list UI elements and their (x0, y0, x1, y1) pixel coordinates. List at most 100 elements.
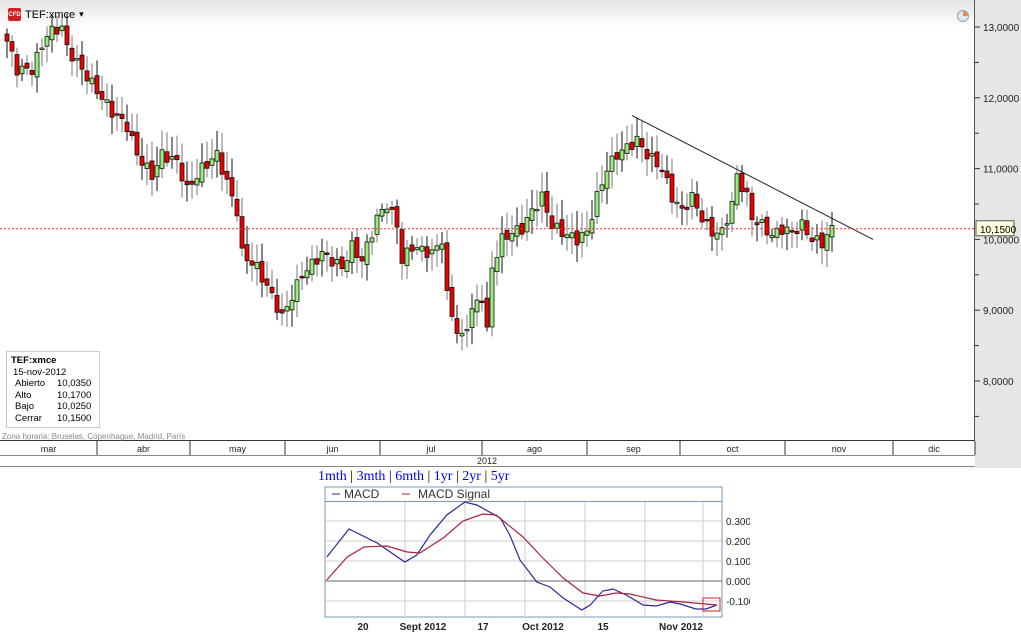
candle-body (339, 256, 345, 270)
candle-body (134, 131, 140, 156)
info-row-open: Abierto 10,0350 (11, 378, 95, 390)
candle-body (359, 256, 365, 262)
candle-body (389, 206, 395, 210)
y-tick-label: 0.200 (726, 537, 750, 548)
candle-body (204, 161, 210, 169)
candle-body (89, 77, 95, 85)
candle-body (44, 36, 50, 47)
candle-body (219, 152, 225, 175)
month-label: nov (832, 444, 847, 454)
candle-body (484, 297, 490, 328)
candle-body (74, 58, 80, 61)
chevron-down-icon[interactable]: ▾ (79, 9, 84, 20)
x-tick-label: 17 (477, 622, 489, 633)
month-label: jun (325, 444, 338, 454)
candle-body (514, 225, 520, 237)
month-label: oct (726, 444, 739, 454)
candle-body (354, 237, 360, 258)
candle-body (209, 158, 215, 166)
info-value: 10,0350 (57, 378, 92, 389)
candle-body (699, 210, 705, 223)
candle-body (814, 235, 820, 241)
current-price-label: 10,1500 (980, 225, 1017, 236)
candle-body (374, 214, 380, 235)
candle-body (739, 172, 745, 192)
candle-body (14, 54, 20, 76)
candle-body (554, 222, 560, 229)
legend-macd: MACD (344, 487, 380, 501)
candle-body (124, 121, 130, 133)
price-chart-canvas[interactable]: 13,0000 12,0000 11,0000 10,0000 9,0000 8,0000… (0, 0, 1021, 468)
candle-body (349, 240, 355, 263)
candle-body (194, 178, 200, 186)
candle-body (39, 47, 45, 50)
candle-body (469, 308, 475, 328)
candle-body (139, 155, 145, 166)
candle-body (384, 208, 390, 214)
candle-body (254, 261, 260, 270)
candle-body (199, 162, 205, 183)
candle-body (454, 318, 460, 334)
candle-body (379, 209, 385, 217)
candle-body (269, 286, 275, 294)
candle-body (159, 149, 165, 169)
candle-body (214, 150, 220, 162)
period-1yr[interactable]: 1yr (434, 469, 453, 484)
info-symbol: TEF:xmce (11, 355, 57, 366)
period-5yr[interactable]: 5yr (491, 469, 510, 484)
period-3mth[interactable]: 3mth (357, 469, 386, 484)
candle-body (49, 25, 55, 41)
candle-body (409, 244, 415, 252)
candle-body (299, 275, 305, 279)
candle-body (529, 208, 535, 221)
candle-body (794, 230, 800, 235)
candle-body (809, 237, 815, 243)
x-tick-label: Sept 2012 (400, 622, 447, 633)
candle-body (94, 75, 100, 95)
candle-body (619, 149, 625, 161)
candle-body (499, 233, 505, 258)
info-row-high: Alto 10,1700 (11, 390, 95, 402)
candle-body (729, 200, 735, 224)
month-label: sep (626, 444, 641, 454)
symbol-selector[interactable]: CFD TEF:xmce ▾ (8, 8, 84, 21)
candle-body (674, 201, 680, 205)
candle-body (279, 309, 285, 314)
candle-body (259, 260, 265, 283)
candle-body (649, 153, 655, 157)
candle-body (119, 113, 125, 120)
candle-body (504, 230, 510, 240)
month-label: ago (527, 444, 542, 454)
candle-body (559, 219, 565, 237)
candle-body (329, 257, 335, 267)
candle-body (574, 230, 580, 246)
candle-body (104, 99, 110, 103)
period-2yr[interactable]: 2yr (462, 469, 481, 484)
candle-body (449, 287, 455, 317)
period-6mth[interactable]: 6mth (395, 469, 424, 484)
candle-body (464, 329, 470, 332)
candle-body (129, 130, 135, 137)
candle-body (734, 173, 740, 206)
candle-body (819, 232, 825, 249)
info-row-close: Cerrar 10,1500 (11, 413, 95, 425)
candle-body (599, 184, 605, 191)
candle-body (244, 244, 250, 262)
candle-body (564, 234, 570, 239)
candle-body (679, 205, 685, 209)
candle-body (584, 230, 590, 236)
symbol-label: TEF:xmce (25, 8, 76, 21)
period-1mth[interactable]: 1mth (318, 469, 347, 484)
price-chart[interactable]: 13,0000 12,0000 11,0000 10,0000 9,0000 8,0000… (0, 0, 1021, 468)
candle-body (414, 247, 420, 251)
candle-body (249, 260, 255, 266)
candle-body (54, 26, 60, 35)
candle-body (694, 193, 700, 209)
candle-body (629, 141, 635, 150)
timezone-label: Zona horaria: Bruselas, Copenhague, Madr… (2, 432, 186, 441)
candle-body (614, 152, 620, 160)
candle-body (99, 91, 105, 100)
candle-body (444, 242, 450, 291)
candle-body (624, 143, 630, 154)
candle-body (509, 232, 515, 242)
